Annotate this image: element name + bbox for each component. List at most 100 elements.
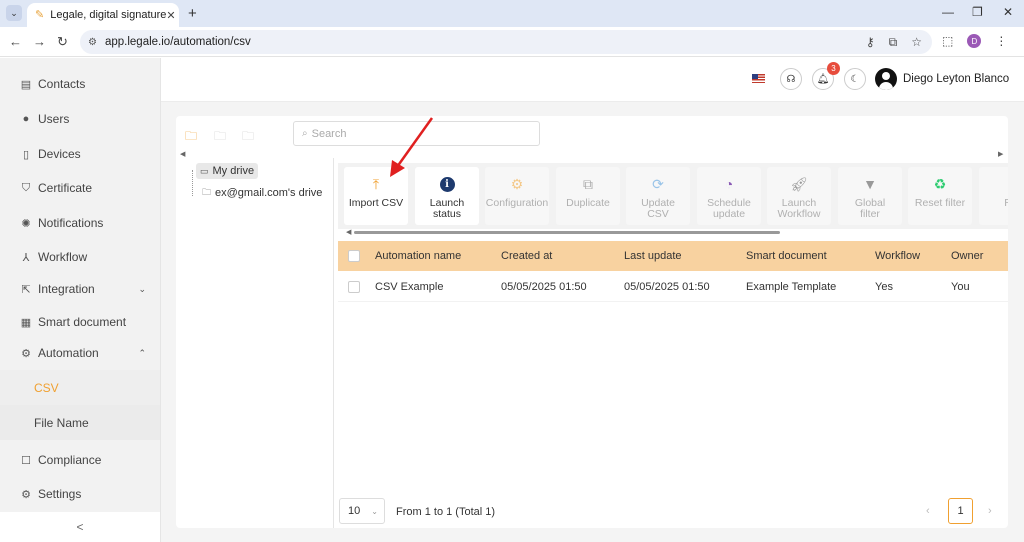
column-header[interactable]: Owner bbox=[951, 250, 983, 262]
extensions-icon[interactable]: ⬚ bbox=[942, 34, 953, 48]
update-csv-button[interactable]: ⟳ Update CSV bbox=[626, 167, 690, 225]
sidebar-item-label: Users bbox=[38, 112, 70, 126]
sidebar-item-label: Contacts bbox=[38, 77, 86, 91]
comment-icon: ☐ bbox=[21, 454, 31, 467]
toolbar-label: Duplicate bbox=[566, 197, 610, 209]
restore-icon[interactable]: ❐ bbox=[972, 5, 983, 19]
minimize-icon[interactable]: — bbox=[942, 5, 954, 19]
next-page-icon[interactable]: › bbox=[988, 505, 992, 517]
page-size-value: 10 bbox=[348, 505, 361, 517]
drive-tree: ▭ My drive 🗀︎ ex@gmail.com's drive bbox=[176, 158, 334, 528]
tab-title: Legale, digital signature bbox=[50, 9, 167, 21]
profile-avatar[interactable]: D bbox=[967, 34, 982, 48]
key-icon[interactable]: ⚷ bbox=[866, 35, 875, 50]
scroll-left-icon[interactable]: ◀ bbox=[346, 228, 351, 236]
page-number-button[interactable]: 1 bbox=[948, 498, 973, 524]
scroll-right-icon[interactable]: ▶ bbox=[998, 150, 1003, 158]
sidebar-item-smart-document[interactable]: ▦ Smart document bbox=[0, 305, 160, 339]
folder-icon[interactable]: 🗀︎ bbox=[242, 127, 254, 148]
external-link-icon: ⇱ bbox=[21, 283, 31, 296]
search-input[interactable]: ⌕ Search bbox=[293, 121, 540, 146]
sidebar-collapse-button[interactable]: < bbox=[0, 512, 160, 542]
launch-workflow-button[interactable]: 🚀︎ Launch Workflow bbox=[767, 167, 831, 225]
sidebar-item-label: Workflow bbox=[38, 250, 88, 264]
gear-icon: ⚙ bbox=[510, 175, 524, 192]
upload-icon: ⤒ bbox=[372, 175, 380, 192]
bookmark-star-icon[interactable]: ☆ bbox=[911, 35, 922, 50]
drive-icon: ▭ bbox=[200, 165, 209, 176]
sidebar-item-workflow[interactable]: ⅄ Workflow bbox=[0, 240, 160, 274]
install-app-icon[interactable]: ⧉ bbox=[889, 35, 898, 50]
new-tab-icon[interactable]: + bbox=[188, 5, 197, 22]
browser-tab[interactable]: ✎ Legale, digital signature ✕ bbox=[27, 3, 179, 27]
schedule-update-button[interactable]: ◔ Schedule update bbox=[697, 167, 761, 225]
filter-icon: ▼ bbox=[863, 175, 877, 192]
automation-toolbar: ⤒ Import CSV i Launch status ⚙ Configura… bbox=[338, 163, 1008, 229]
user-icon: ● bbox=[22, 113, 30, 125]
column-header[interactable]: Automation name bbox=[375, 250, 461, 262]
shield-icon: ⛉ bbox=[21, 181, 31, 194]
info-icon: i bbox=[439, 175, 455, 193]
sidebar-item-label: Automation bbox=[38, 346, 99, 360]
sidebar-item-automation[interactable]: ⚙ Automation ⌃ bbox=[0, 336, 160, 370]
url-text: app.legale.io/automation/csv bbox=[104, 36, 251, 48]
table-row[interactable]: CSV Example 05/05/2025 01:50 05/05/2025 … bbox=[338, 272, 1008, 302]
tree-node-my-drive[interactable]: ▭ My drive bbox=[196, 163, 259, 179]
configuration-button[interactable]: ⚙ Configuration bbox=[485, 167, 549, 225]
duplicate-button[interactable]: ⧉ Duplicate bbox=[556, 167, 620, 225]
sidebar-item-contacts[interactable]: ▤ Contacts bbox=[0, 67, 160, 101]
row-checkbox[interactable] bbox=[348, 280, 360, 293]
table-header: Automation name Created at Last update S… bbox=[338, 241, 1008, 271]
column-header[interactable]: Smart document bbox=[746, 250, 827, 262]
table-cell: CSV Example bbox=[375, 280, 444, 293]
avatar[interactable] bbox=[875, 68, 897, 90]
scrollbar-thumb[interactable] bbox=[354, 231, 780, 234]
workflow-icon: ⅄ bbox=[22, 251, 30, 264]
sidebar-item-settings[interactable]: ⚙ Settings bbox=[0, 477, 160, 511]
theme-toggle-icon[interactable]: ☾ bbox=[844, 68, 866, 90]
sidebar-item-notifications[interactable]: ✺ Notifications bbox=[0, 206, 160, 240]
sidebar-item-users[interactable]: ● Users bbox=[0, 102, 160, 136]
import-csv-button[interactable]: ⤒ Import CSV bbox=[344, 167, 408, 225]
sidebar-item-certificate[interactable]: ⛉ Certificate bbox=[0, 171, 160, 205]
browser-menu-icon[interactable]: ⋮ bbox=[995, 34, 1007, 48]
sidebar-item-integration[interactable]: ⇱ Integration ⌄ bbox=[0, 272, 160, 306]
toolbar-scrollbar[interactable]: ◀ bbox=[346, 228, 986, 236]
column-header[interactable]: Workflow bbox=[875, 250, 920, 262]
select-all-checkbox[interactable] bbox=[348, 250, 360, 262]
toolbar-label: Launch status bbox=[429, 197, 465, 220]
window-close-icon[interactable]: ✕ bbox=[1003, 5, 1013, 19]
close-icon[interactable]: ✕ bbox=[166, 9, 175, 22]
tree-node-shared-drive[interactable]: 🗀︎ ex@gmail.com's drive bbox=[198, 183, 326, 203]
page-size-select[interactable]: 10 ⌄ bbox=[339, 498, 385, 524]
annotation-arrow bbox=[541, 0, 841, 80]
sidebar-item-label: Notifications bbox=[38, 216, 104, 230]
global-filter-button[interactable]: ▼ Global filter bbox=[838, 167, 902, 225]
forward-icon[interactable]: → bbox=[33, 34, 46, 49]
contacts-icon: ▤ bbox=[20, 78, 32, 91]
truncated-toolbar-button[interactable]: Re bbox=[979, 167, 1008, 225]
sidebar-item-compliance[interactable]: ☐ Compliance bbox=[0, 443, 160, 477]
back-icon[interactable]: ← bbox=[9, 34, 22, 49]
new-folder-icon[interactable]: 🗀︎ bbox=[185, 127, 197, 148]
sidebar-item-devices[interactable]: ▯ Devices bbox=[0, 137, 160, 171]
scroll-left-icon[interactable]: ◀ bbox=[180, 150, 185, 158]
chevron-down-icon: ⌄ bbox=[371, 506, 378, 516]
site-info-icon[interactable]: ⚙ bbox=[88, 37, 97, 48]
reset-filter-button[interactable]: ♻ Reset filter bbox=[908, 167, 972, 225]
reload-icon[interactable]: ↻ bbox=[57, 34, 68, 50]
sidebar-subitem-csv[interactable]: CSV bbox=[0, 370, 160, 405]
user-name[interactable]: Diego Leyton Blanco bbox=[903, 73, 1009, 85]
sidebar-item-label: Smart document bbox=[38, 315, 127, 329]
move-folder-icon[interactable]: 🗀︎ bbox=[214, 127, 226, 148]
broadcast-icon: ✺ bbox=[21, 217, 31, 230]
refresh-icon: ⟳ bbox=[652, 175, 664, 192]
sidebar-subitem-file-name[interactable]: File Name bbox=[0, 405, 160, 440]
launch-status-button[interactable]: i Launch status bbox=[415, 167, 479, 225]
table-cell: 05/05/2025 01:50 bbox=[501, 280, 587, 293]
column-header[interactable]: Created at bbox=[501, 250, 552, 262]
prev-page-icon[interactable]: ‹ bbox=[926, 505, 930, 517]
toolbar-label: Reset filter bbox=[914, 197, 966, 209]
column-header[interactable]: Last update bbox=[624, 250, 682, 262]
tab-search-icon[interactable]: ⌄ bbox=[6, 5, 22, 21]
